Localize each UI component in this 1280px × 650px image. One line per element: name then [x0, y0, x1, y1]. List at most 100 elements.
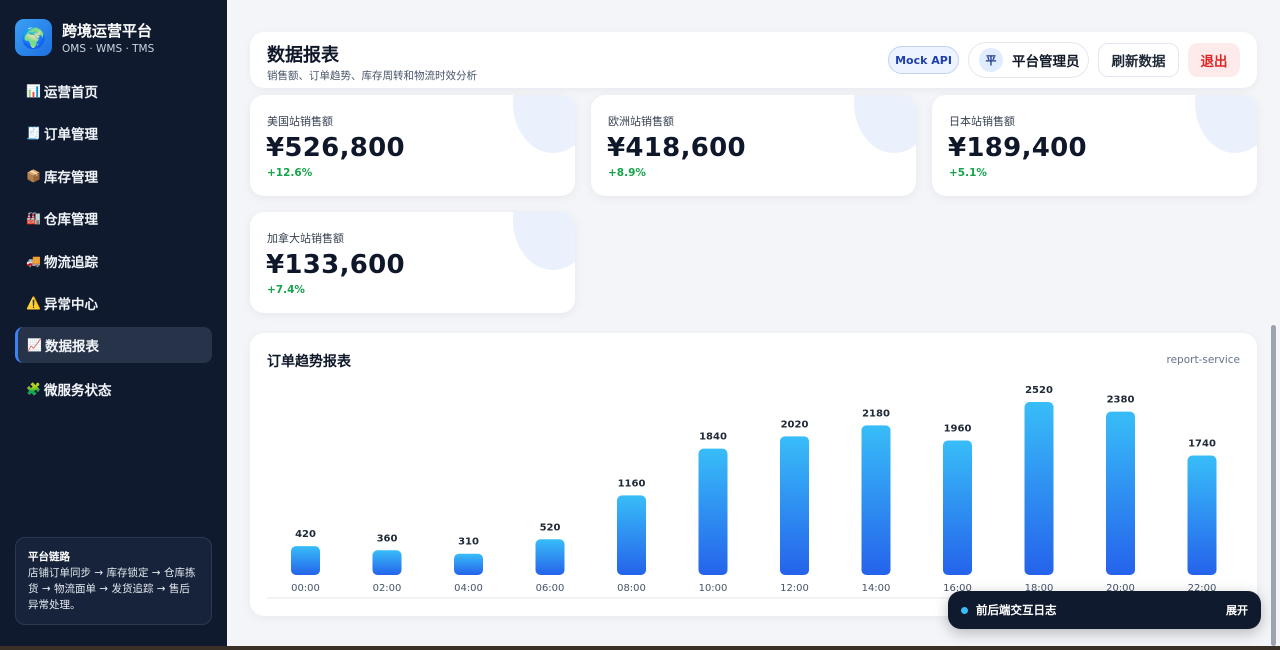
sidebar-item-reports[interactable]: 📈 数据报表	[15, 327, 212, 364]
sidebar-nav: 📊 运营首页 🧾 订单管理 📦 库存管理 🏭 仓库管理 🚚 物流追踪 ⚠️ 异常…	[0, 73, 227, 407]
stat-value: ¥133,600	[266, 250, 405, 280]
stat-label: 加拿大站销售额	[267, 232, 344, 245]
sidebar-item-exceptions[interactable]: ⚠️ 异常中心	[15, 285, 212, 321]
x-tick-label: 06:00	[536, 583, 565, 594]
sidebar: 🌍 跨境运营平台 OMS · WMS · TMS 📊 运营首页 🧾 订单管理 📦…	[0, 0, 227, 646]
warning-icon: ⚠️	[26, 295, 41, 310]
logout-button[interactable]: 退出	[1188, 43, 1240, 77]
chart-bar[interactable]	[780, 436, 809, 575]
package-icon: 📦	[26, 168, 41, 183]
sidebar-item-inventory[interactable]: 📦 库存管理	[15, 158, 212, 194]
platform-chain-text: 店铺订单同步 → 库存锁定 → 仓库拣货 → 物流面单 → 发货追踪 → 售后异…	[28, 567, 196, 611]
page-subtitle: 销售额、订单趋势、库存周转和物流时效分析	[267, 70, 477, 82]
bar-value-label: 420	[295, 529, 316, 540]
interaction-log-bar[interactable]: 前后端交互日志 展开	[948, 591, 1261, 629]
sidebar-item-label: 数据报表	[45, 339, 99, 356]
order-trend-card: 订单趋势报表 report-service 420 00:00 360 02:00 31…	[250, 333, 1257, 616]
sidebar-item-label: 订单管理	[44, 127, 98, 144]
stat-card-jp: 日本站销售额 ¥189,400 +5.1%	[932, 95, 1257, 196]
user-menu[interactable]: 平 平台管理员	[968, 42, 1089, 78]
x-tick-label: 14:00	[862, 583, 891, 594]
bar-value-label: 1960	[944, 423, 972, 434]
stat-change: +5.1%	[949, 167, 987, 179]
user-name: 平台管理员	[1012, 54, 1080, 70]
stat-value: ¥526,800	[266, 133, 405, 163]
x-tick-label: 04:00	[454, 583, 483, 594]
chart-bar[interactable]	[861, 425, 891, 575]
page-header: 数据报表 销售额、订单趋势、库存周转和物流时效分析 Mock API 平 平台管…	[250, 32, 1257, 88]
order-trend-chart: 420 00:00 360 02:00 310 04:00 520 06:00 1160 08:0…	[267, 385, 1240, 599]
sidebar-item-dashboard[interactable]: 📊 运营首页	[15, 73, 212, 109]
platform-chain-title: 平台链路	[28, 551, 70, 563]
brand-subtitle: OMS · WMS · TMS	[62, 42, 155, 55]
sidebar-item-microservices[interactable]: 🧩 微服务状态	[15, 371, 212, 407]
bar-value-label: 2380	[1107, 395, 1135, 406]
chart-icon: 📊	[26, 84, 41, 98]
stat-change: +8.9%	[608, 167, 646, 179]
stat-label: 日本站销售额	[949, 115, 1015, 128]
refresh-button[interactable]: 刷新数据	[1098, 43, 1179, 77]
globe-icon: 🌍	[15, 19, 52, 56]
trend-chart-icon: 📈	[27, 338, 42, 353]
sidebar-item-label: 运营首页	[44, 85, 98, 101]
bar-value-label: 1740	[1188, 439, 1216, 450]
bar-value-label: 1840	[699, 432, 727, 443]
chart-bar[interactable]	[943, 440, 972, 575]
x-tick-label: 12:00	[780, 583, 809, 594]
stat-card-us: 美国站销售额 ¥526,800 +12.6%	[250, 95, 575, 196]
sidebar-item-label: 仓库管理	[44, 212, 98, 229]
chart-bar[interactable]	[454, 553, 483, 575]
stat-label: 欧洲站销售额	[608, 115, 674, 128]
bar-value-label: 2020	[781, 419, 809, 430]
sidebar-item-logistics[interactable]: 🚚 物流追踪	[15, 243, 212, 279]
sidebar-item-label: 微服务状态	[44, 383, 112, 400]
log-title: 前后端交互日志	[976, 603, 1057, 617]
stat-change: +7.4%	[267, 284, 305, 296]
sidebar-item-warehouse[interactable]: 🏭 仓库管理	[15, 200, 212, 236]
chart-bar[interactable]	[1106, 411, 1135, 575]
bar-value-label: 520	[540, 522, 561, 533]
x-tick-label: 10:00	[699, 583, 728, 594]
stat-card-eu: 欧洲站销售额 ¥418,600 +8.9%	[591, 95, 916, 196]
stat-label: 美国站销售额	[267, 115, 333, 128]
page-title: 数据报表	[267, 45, 339, 66]
chart-bar[interactable]	[1187, 455, 1217, 575]
avatar: 平	[979, 48, 1003, 72]
sidebar-item-label: 异常中心	[44, 296, 98, 313]
status-dot-icon	[961, 606, 968, 614]
scrollbar[interactable]	[1271, 325, 1276, 646]
x-tick-label: 02:00	[373, 583, 402, 594]
bar-value-label: 310	[458, 537, 479, 548]
card-decoration	[1195, 95, 1257, 153]
window-bottom-edge	[0, 646, 1280, 650]
puzzle-icon: 🧩	[26, 382, 41, 397]
bar-value-label: 2520	[1025, 385, 1053, 396]
factory-icon: 🏭	[26, 211, 41, 226]
brand: 🌍 跨境运营平台 OMS · WMS · TMS	[0, 0, 227, 56]
sidebar-item-label: 库存管理	[44, 169, 98, 186]
brand-title: 跨境运营平台	[62, 21, 153, 40]
stat-change: +12.6%	[267, 167, 313, 179]
mock-api-badge: Mock API	[888, 46, 959, 74]
bar-value-label: 2180	[862, 408, 890, 419]
platform-chain-box: 平台链路 店铺订单同步 → 库存锁定 → 仓库拣货 → 物流面单 → 发货追踪 …	[15, 537, 212, 625]
bar-value-label: 360	[377, 533, 398, 544]
chart-bar[interactable]	[535, 539, 565, 575]
chart-bar[interactable]	[617, 495, 646, 575]
card-decoration	[513, 212, 575, 270]
stat-value: ¥189,400	[948, 133, 1087, 163]
truck-icon: 🚚	[26, 253, 41, 268]
sidebar-item-orders[interactable]: 🧾 订单管理	[15, 115, 212, 151]
card-decoration	[513, 95, 575, 153]
x-tick-label: 00:00	[291, 583, 320, 594]
sidebar-item-label: 物流追踪	[44, 254, 98, 271]
expand-button[interactable]: 展开	[1226, 602, 1248, 618]
stat-value: ¥418,600	[607, 133, 746, 163]
x-tick-label: 08:00	[617, 583, 646, 594]
chart-bar[interactable]	[698, 448, 728, 575]
bar-value-label: 1160	[618, 478, 646, 489]
chart-bar[interactable]	[372, 550, 402, 575]
chart-bar[interactable]	[291, 546, 320, 575]
chart-bar[interactable]	[1024, 402, 1054, 575]
card-decoration	[854, 95, 916, 153]
